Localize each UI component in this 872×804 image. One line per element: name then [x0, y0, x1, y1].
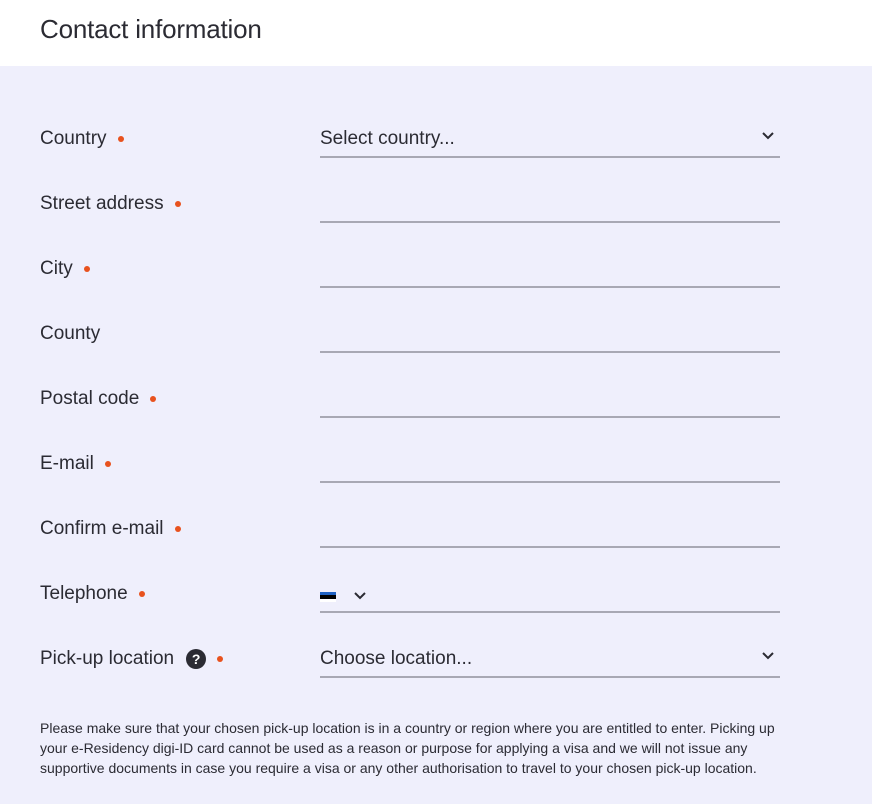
- confirm-email-input[interactable]: [320, 510, 780, 544]
- telephone-row: Telephone: [0, 575, 872, 640]
- country-select-value: Select country...: [320, 128, 455, 149]
- pickup-label-text: Pick-up location: [40, 648, 175, 669]
- county-field: [320, 315, 780, 353]
- pickup-row: Pick-up location ? Choose location...: [0, 640, 872, 705]
- city-label: City: [40, 258, 90, 280]
- email-label: E-mail: [40, 453, 111, 475]
- pickup-note: Please make sure that your chosen pick-u…: [40, 720, 775, 776]
- street-label: Street address: [40, 193, 181, 215]
- country-flag-icon[interactable]: [320, 592, 336, 602]
- telephone-label: Telephone: [40, 583, 145, 605]
- postal-field: [320, 380, 780, 418]
- required-indicator: [174, 201, 181, 207]
- required-indicator: [104, 461, 111, 467]
- country-select[interactable]: Select country...: [320, 120, 780, 158]
- pickup-select-value: Choose location...: [320, 648, 473, 669]
- county-input[interactable]: [320, 315, 780, 349]
- pickup-label: Pick-up location ?: [40, 648, 224, 670]
- contact-form-panel: Country Select country... Street address…: [0, 66, 872, 804]
- county-label-text: County: [40, 323, 101, 344]
- email-label-text: E-mail: [40, 453, 94, 474]
- street-label-text: Street address: [40, 193, 164, 214]
- required-indicator: [117, 136, 124, 142]
- confirm-email-row: Confirm e-mail: [0, 510, 872, 575]
- chevron-down-icon: [762, 652, 774, 660]
- chevron-down-icon: [762, 132, 774, 140]
- page-title: Contact information: [40, 14, 262, 44]
- telephone-input[interactable]: [380, 575, 780, 609]
- question-circle-icon[interactable]: ?: [186, 649, 207, 669]
- city-label-text: City: [40, 258, 73, 279]
- city-row: City: [0, 250, 872, 315]
- street-field: [320, 185, 780, 223]
- confirm-email-label-text: Confirm e-mail: [40, 518, 164, 539]
- postal-input[interactable]: [320, 380, 780, 414]
- pickup-select[interactable]: Choose location...: [320, 640, 780, 678]
- street-row: Street address: [0, 185, 872, 250]
- city-input[interactable]: [320, 250, 780, 284]
- confirm-email-label: Confirm e-mail: [40, 518, 181, 540]
- telephone-label-text: Telephone: [40, 583, 128, 604]
- postal-row: Postal code: [0, 380, 872, 445]
- required-indicator: [174, 526, 181, 532]
- required-indicator: [150, 396, 157, 402]
- required-indicator: [138, 591, 145, 597]
- required-indicator: [83, 266, 90, 272]
- country-label-text: Country: [40, 128, 107, 149]
- postal-label: Postal code: [40, 388, 157, 410]
- street-input[interactable]: [320, 185, 780, 219]
- confirm-email-field: [320, 510, 780, 548]
- required-indicator: [217, 656, 224, 662]
- postal-label-text: Postal code: [40, 388, 140, 409]
- country-row: Country Select country...: [0, 120, 872, 185]
- email-row: E-mail: [0, 445, 872, 510]
- email-field: [320, 445, 780, 483]
- county-label: County: [40, 323, 100, 345]
- chevron-down-icon[interactable]: [354, 592, 366, 600]
- email-input[interactable]: [320, 445, 780, 479]
- city-field: [320, 250, 780, 288]
- country-label: Country: [40, 128, 124, 150]
- page-header: Contact information: [0, 0, 872, 66]
- telephone-field: [320, 575, 780, 613]
- county-row: County: [0, 315, 872, 380]
